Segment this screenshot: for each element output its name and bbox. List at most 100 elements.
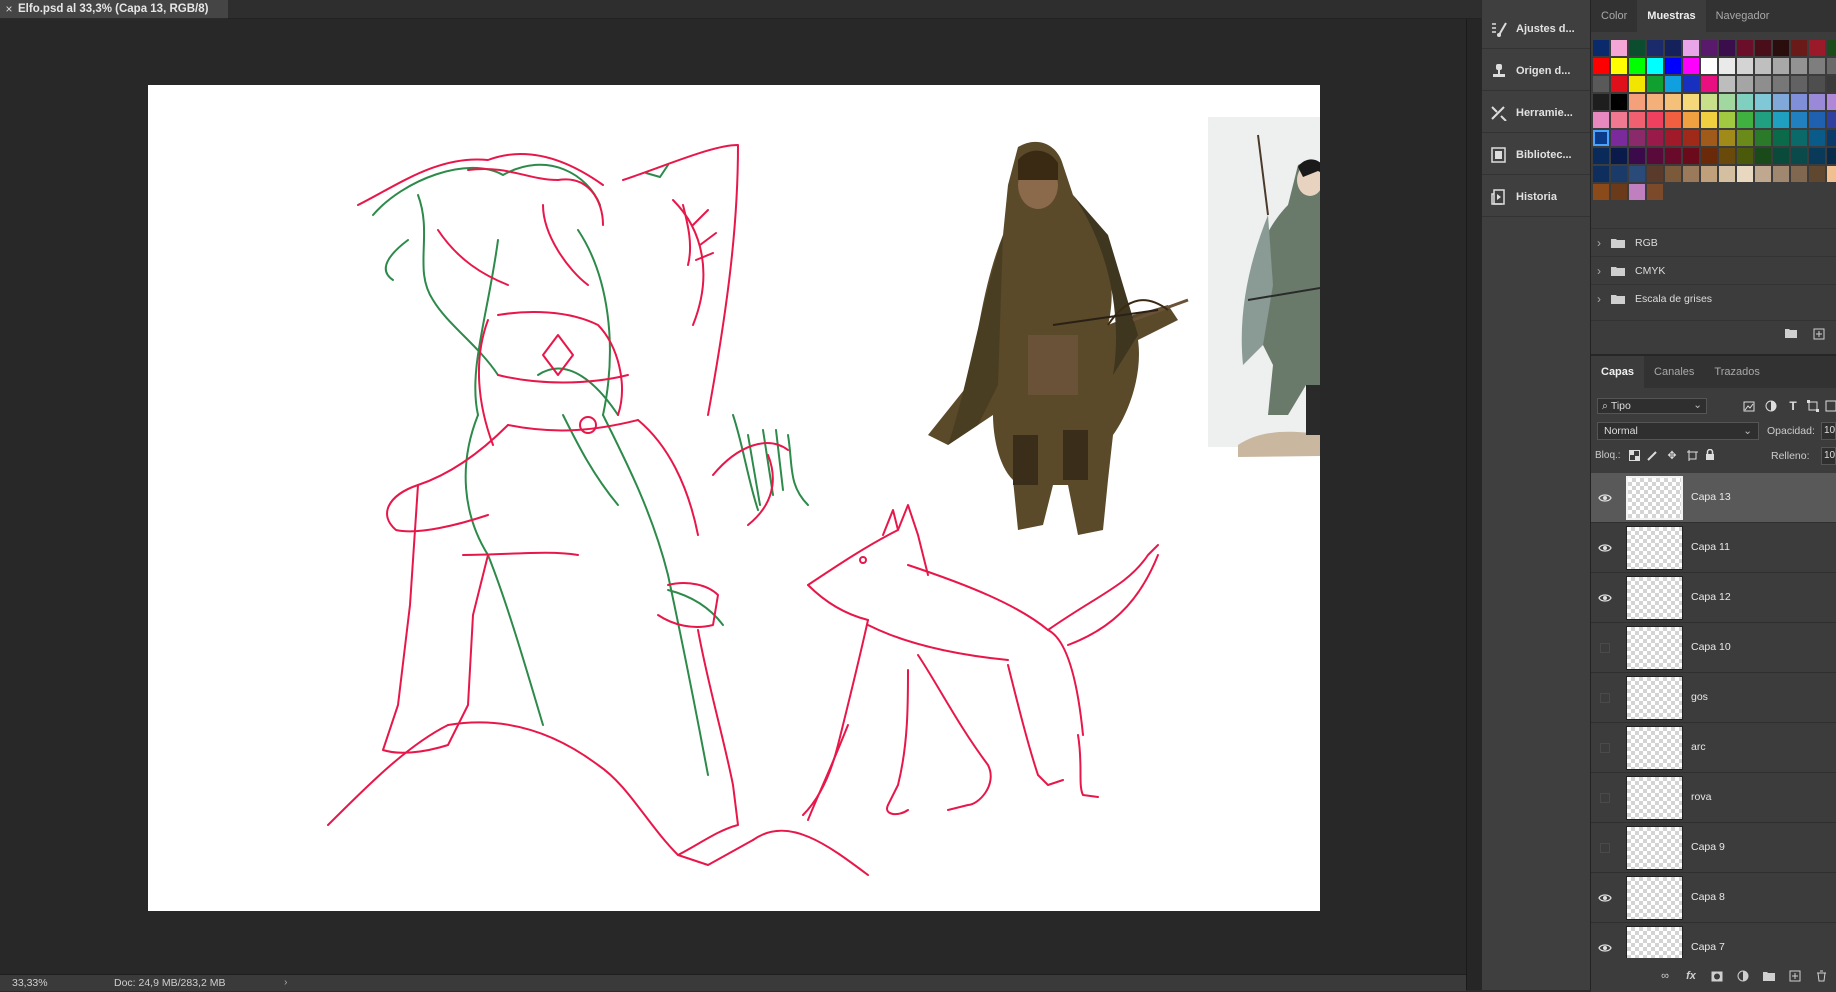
color-swatch[interactable]	[1719, 112, 1735, 128]
color-swatch[interactable]	[1773, 112, 1789, 128]
color-swatch[interactable]	[1665, 58, 1681, 74]
color-swatch[interactable]	[1629, 58, 1645, 74]
color-swatch[interactable]	[1773, 76, 1789, 92]
color-swatch[interactable]	[1665, 76, 1681, 92]
color-swatch[interactable]	[1719, 130, 1735, 146]
add-mask-icon[interactable]	[1710, 969, 1724, 983]
swatch-group-grayscale[interactable]: › Escala de grises	[1591, 284, 1836, 313]
color-swatch[interactable]	[1611, 184, 1627, 200]
color-swatch[interactable]	[1773, 40, 1789, 56]
document-canvas[interactable]	[148, 85, 1320, 911]
new-group-icon[interactable]	[1762, 969, 1776, 983]
tab-channels[interactable]: Canales	[1644, 356, 1704, 388]
color-swatch[interactable]	[1629, 76, 1645, 92]
color-swatch[interactable]	[1773, 166, 1789, 182]
color-swatch[interactable]	[1791, 112, 1807, 128]
fill-field[interactable]: 100%	[1821, 447, 1836, 465]
dock-item-history[interactable]: Historia	[1482, 178, 1590, 217]
color-swatch[interactable]	[1665, 130, 1681, 146]
color-swatch[interactable]	[1737, 166, 1753, 182]
color-swatch[interactable]	[1773, 94, 1789, 110]
color-swatch[interactable]	[1647, 40, 1663, 56]
color-swatch[interactable]	[1593, 184, 1609, 200]
color-swatch[interactable]	[1593, 58, 1609, 74]
visibility-eye-icon[interactable]	[1597, 890, 1613, 906]
visibility-toggle-empty[interactable]	[1600, 843, 1610, 853]
color-swatch[interactable]	[1809, 130, 1825, 146]
color-swatch[interactable]	[1701, 58, 1717, 74]
color-swatch[interactable]	[1611, 166, 1627, 182]
color-swatch[interactable]	[1755, 76, 1771, 92]
color-swatch[interactable]	[1629, 184, 1645, 200]
color-swatch[interactable]	[1755, 58, 1771, 74]
color-swatch[interactable]	[1773, 148, 1789, 164]
document-tab[interactable]: × Elfo.psd al 33,3% (Capa 13, RGB/8)	[0, 0, 229, 18]
color-swatch[interactable]	[1593, 94, 1609, 110]
opacity-field[interactable]: 100%	[1821, 422, 1836, 440]
layer-row[interactable]: Capa 12	[1591, 573, 1836, 623]
color-swatch[interactable]	[1737, 58, 1753, 74]
color-swatch[interactable]	[1647, 76, 1663, 92]
color-swatch[interactable]	[1737, 76, 1753, 92]
color-swatch[interactable]	[1773, 58, 1789, 74]
color-swatch[interactable]	[1755, 130, 1771, 146]
color-swatch[interactable]	[1701, 94, 1717, 110]
color-swatch[interactable]	[1683, 166, 1699, 182]
color-swatch[interactable]	[1611, 112, 1627, 128]
layer-row[interactable]: arc	[1591, 723, 1836, 773]
color-swatch[interactable]	[1755, 148, 1771, 164]
color-swatch[interactable]	[1791, 130, 1807, 146]
link-layers-icon[interactable]: ∞	[1658, 969, 1672, 983]
color-swatch[interactable]	[1593, 130, 1609, 146]
color-swatch[interactable]	[1593, 148, 1609, 164]
color-swatch[interactable]	[1611, 94, 1627, 110]
color-swatch[interactable]	[1647, 94, 1663, 110]
layer-row[interactable]: Capa 11	[1591, 523, 1836, 573]
color-swatch[interactable]	[1755, 166, 1771, 182]
delete-layer-icon[interactable]	[1814, 969, 1828, 983]
visibility-eye-icon[interactable]	[1597, 490, 1613, 506]
color-swatch[interactable]	[1791, 166, 1807, 182]
filter-shape-icon[interactable]	[1805, 398, 1821, 414]
zoom-level[interactable]: 33,33%	[12, 977, 48, 989]
color-swatch[interactable]	[1827, 58, 1836, 74]
color-swatch[interactable]	[1683, 130, 1699, 146]
tab-paths[interactable]: Trazados	[1704, 356, 1769, 388]
tab-color[interactable]: Color	[1591, 0, 1637, 32]
color-swatch[interactable]	[1647, 130, 1663, 146]
lock-transparency-icon[interactable]	[1627, 448, 1641, 462]
color-swatch[interactable]	[1827, 148, 1836, 164]
color-swatch[interactable]	[1665, 148, 1681, 164]
color-swatch[interactable]	[1827, 112, 1836, 128]
color-swatch[interactable]	[1665, 166, 1681, 182]
color-swatch[interactable]	[1755, 112, 1771, 128]
color-swatch[interactable]	[1647, 112, 1663, 128]
color-swatch[interactable]	[1791, 58, 1807, 74]
filter-pixel-icon[interactable]	[1741, 398, 1757, 414]
filter-smart-object-icon[interactable]	[1823, 398, 1836, 414]
layer-row[interactable]: rova	[1591, 773, 1836, 823]
layer-row[interactable]: gos	[1591, 673, 1836, 723]
visibility-eye-icon[interactable]	[1597, 940, 1613, 956]
tab-layers[interactable]: Capas	[1591, 356, 1645, 388]
color-swatch[interactable]	[1593, 76, 1609, 92]
color-swatch[interactable]	[1737, 112, 1753, 128]
color-swatch[interactable]	[1755, 40, 1771, 56]
close-tab-button[interactable]: ×	[0, 2, 18, 16]
color-swatch[interactable]	[1683, 40, 1699, 56]
adjustment-layer-icon[interactable]	[1736, 969, 1750, 983]
tab-navigator[interactable]: Navegador	[1706, 0, 1780, 32]
color-swatch[interactable]	[1827, 166, 1836, 182]
color-swatch[interactable]	[1719, 94, 1735, 110]
color-swatch[interactable]	[1773, 130, 1789, 146]
color-swatch[interactable]	[1809, 112, 1825, 128]
new-group-icon[interactable]	[1784, 327, 1798, 341]
visibility-eye-icon[interactable]	[1597, 540, 1613, 556]
color-swatch[interactable]	[1629, 112, 1645, 128]
canvas-workspace[interactable]	[0, 19, 1466, 974]
swatch-group-cmyk[interactable]: › CMYK	[1591, 256, 1836, 285]
lock-all-icon[interactable]	[1703, 448, 1717, 462]
color-swatch[interactable]	[1791, 76, 1807, 92]
color-swatch[interactable]	[1611, 76, 1627, 92]
color-swatch[interactable]	[1755, 94, 1771, 110]
